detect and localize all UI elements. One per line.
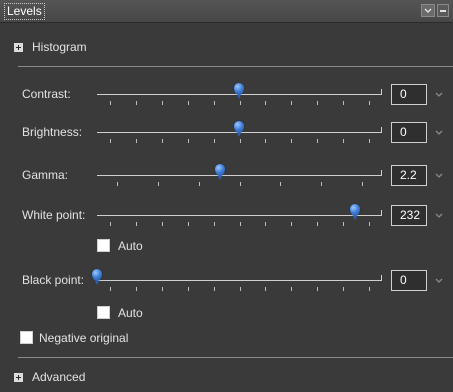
slider-tick [110, 222, 111, 226]
slider-tick [291, 101, 292, 105]
slider-tick [162, 101, 163, 105]
white-point-label: White point: [22, 208, 86, 222]
slider-tick [265, 287, 266, 291]
histogram-label: Histogram [32, 40, 87, 54]
slider-tick [240, 222, 241, 226]
advanced-label: Advanced [32, 370, 86, 384]
slider-track-end [381, 170, 382, 176]
slider-tick [136, 139, 137, 143]
slider-tick [321, 182, 322, 186]
slider-tick [117, 182, 118, 186]
slider-tick [110, 101, 111, 105]
chevron-down-icon[interactable] [434, 171, 444, 181]
slider-tick [369, 101, 370, 105]
slider-track-end [381, 127, 382, 133]
slider-tick [265, 101, 266, 105]
black-point-auto-checkbox[interactable] [97, 306, 110, 319]
slider-tick [188, 287, 189, 291]
gamma-value-field[interactable]: 2.2 [391, 165, 427, 186]
chevron-down-icon[interactable] [434, 211, 444, 221]
histogram-section-toggle[interactable]: Histogram [14, 38, 87, 56]
slider-tick [369, 139, 370, 143]
chevron-down-icon[interactable] [434, 128, 444, 138]
slider-tick [291, 139, 292, 143]
white-point-value-field[interactable]: 232 [391, 205, 427, 226]
black-point-label: Black point: [22, 273, 85, 287]
plus-box-icon [14, 42, 23, 52]
panel-collapse-button[interactable] [437, 4, 449, 17]
slider-tick [343, 101, 344, 105]
slider-tick [136, 222, 137, 226]
slider-tick [343, 222, 344, 226]
slider-tick [110, 287, 111, 291]
slider-tick [265, 139, 266, 143]
slider-track [97, 215, 382, 216]
slider-track-end [381, 275, 382, 281]
negative-original-label: Negative original [39, 331, 129, 345]
panel-title: Levels [4, 3, 45, 20]
slider-track [97, 280, 382, 281]
contrast-label: Contrast: [22, 87, 71, 101]
divider [18, 357, 453, 358]
slider-tick [291, 222, 292, 226]
minus-icon [440, 9, 446, 12]
slider-tick [240, 287, 241, 291]
slider-tick [162, 139, 163, 143]
slider-tick [214, 139, 215, 143]
plus-box-icon [14, 372, 23, 382]
gamma-label: Gamma: [22, 168, 69, 182]
slider-tick [317, 139, 318, 143]
advanced-section-toggle[interactable]: Advanced [14, 368, 85, 386]
contrast-value-field[interactable]: 0 [391, 84, 427, 105]
white-point-auto-label: Auto [118, 239, 143, 253]
panel-menu-button[interactable] [421, 4, 435, 17]
slider-tick [188, 139, 189, 143]
slider-tick [240, 182, 241, 186]
divider [18, 66, 453, 67]
slider-tick [280, 182, 281, 186]
brightness-value-field[interactable]: 0 [391, 122, 427, 143]
black-point-value-field[interactable]: 0 [391, 270, 427, 291]
slider-tick [136, 287, 137, 291]
slider-tick [110, 139, 111, 143]
slider-tick [136, 101, 137, 105]
black-point-auto-label: Auto [118, 306, 143, 320]
slider-tick [362, 182, 363, 186]
slider-tick [343, 139, 344, 143]
slider-tick [158, 182, 159, 186]
brightness-label: Brightness: [22, 125, 83, 139]
slider-tick [199, 182, 200, 186]
slider-tick [214, 287, 215, 291]
slider-track-end [381, 89, 382, 95]
white-point-auto-checkbox[interactable] [97, 239, 110, 252]
slider-tick [188, 101, 189, 105]
slider-tick [317, 222, 318, 226]
negative-original-checkbox[interactable] [20, 331, 33, 344]
slider-tick [240, 139, 241, 143]
slider-tick [214, 222, 215, 226]
slider-track [97, 175, 382, 176]
slider-tick [188, 222, 189, 226]
slider-tick [317, 287, 318, 291]
slider-tick [162, 287, 163, 291]
slider-tick [214, 101, 215, 105]
slider-tick [317, 101, 318, 105]
slider-tick [162, 222, 163, 226]
panel-titlebar: Levels [0, 0, 453, 23]
slider-tick [343, 287, 344, 291]
slider-tick [240, 101, 241, 105]
slider-track-end [381, 210, 382, 216]
chevron-down-icon[interactable] [434, 276, 444, 286]
slider-tick [291, 287, 292, 291]
slider-tick [369, 287, 370, 291]
slider-tick [369, 222, 370, 226]
slider-tick [265, 222, 266, 226]
chevron-down-icon [424, 8, 432, 13]
chevron-down-icon[interactable] [434, 90, 444, 100]
